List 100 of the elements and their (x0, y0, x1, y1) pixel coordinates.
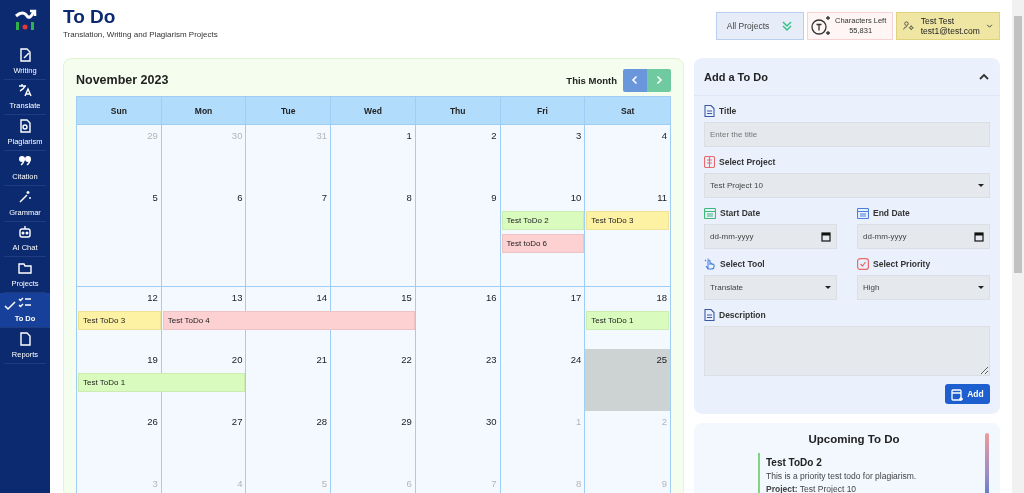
caret-icon (978, 184, 984, 187)
day-number: 17 (570, 292, 582, 303)
description-textarea[interactable] (704, 326, 990, 376)
field-label: End Date (873, 208, 910, 218)
caret-icon (978, 286, 984, 289)
day-number: 4 (661, 130, 667, 141)
calendar-icon (857, 207, 869, 219)
field-label: Select Tool (720, 259, 765, 269)
project-select[interactable]: Test Project 10 (704, 173, 990, 198)
checkbox-icon (857, 258, 869, 270)
day-number: 2 (491, 130, 497, 141)
double-chevron-icon (781, 20, 794, 32)
weekday-header: Sun (77, 97, 162, 124)
day-number: 29 (401, 416, 412, 427)
magic-wand-icon (18, 189, 32, 204)
list-icon (704, 156, 715, 168)
project-filter-dropdown[interactable]: All Projects (716, 12, 804, 40)
todo-description: This is a priority test todo for plagiarism. (766, 471, 918, 481)
previous-button[interactable] (623, 68, 647, 92)
day-number: 31 (316, 130, 328, 141)
day-number: 15 (401, 292, 412, 303)
robot-icon (18, 225, 32, 240)
next-button[interactable] (647, 68, 671, 92)
field-label: Description (719, 310, 766, 320)
day-number: 5 (321, 478, 328, 489)
day-number: 3 (576, 130, 582, 141)
logo-icon (13, 8, 37, 32)
day-number: 12 (147, 292, 158, 303)
day-number: 9 (491, 192, 497, 203)
document-icon (704, 105, 715, 117)
page-title: To Do (63, 6, 117, 28)
document-search-icon (18, 118, 32, 133)
priority-select[interactable]: High (857, 275, 990, 300)
weekday-header: Sat (620, 104, 636, 118)
day-number: 30 (231, 130, 243, 141)
calendar-event[interactable]: Test ToDo 3 (78, 311, 161, 330)
calendar-event[interactable]: Test ToDo 4 (162, 311, 415, 330)
day-number: 6 (237, 192, 243, 203)
day-number: 13 (231, 292, 243, 303)
translate-icon (18, 83, 32, 98)
day-number: 26 (147, 416, 158, 427)
day-number: 19 (147, 354, 158, 365)
todo-project: Project: Test Project 10 (766, 484, 858, 493)
end-date-input[interactable]: dd-mm-yyyy (857, 224, 990, 249)
this-month-button[interactable]: This Month (566, 74, 617, 86)
user-menu[interactable]: Test Test test1@test.com (896, 12, 1000, 40)
weekday-header: Fri (500, 97, 586, 124)
document-icon (18, 331, 32, 346)
calendar-add-icon (951, 387, 965, 401)
day-number: 8 (406, 192, 412, 203)
calendar-icon (704, 207, 716, 219)
day-number: 18 (656, 292, 667, 303)
day-number: 30 (486, 416, 497, 427)
calendar-icon (821, 231, 831, 242)
day-number: 23 (486, 354, 497, 365)
calendar-event[interactable]: Test ToDo 3 (586, 211, 669, 230)
day-number: 8 (576, 478, 582, 489)
calendar-event[interactable]: Test ToDo 2 (501, 211, 585, 230)
day-number: 7 (321, 192, 328, 203)
add-button[interactable]: Add (945, 384, 990, 404)
day-number: 11 (657, 192, 667, 203)
day-number: 7 (491, 478, 497, 489)
day-number: 28 (316, 416, 328, 427)
caret-icon (825, 286, 831, 289)
weekday-header: Mon (161, 97, 247, 124)
day-number: 1 (406, 130, 412, 141)
calendar-icon (974, 231, 984, 242)
day-number: 16 (486, 292, 497, 303)
weekday-header: Tue (246, 97, 332, 124)
start-date-input[interactable]: dd-mm-yyyy (704, 224, 837, 249)
day-number: 20 (231, 354, 243, 365)
day-number: 10 (570, 192, 582, 203)
token-icon (810, 15, 832, 37)
page-subtitle: Translation, Writing and Plagiarism Projects (63, 30, 218, 39)
day-number: 14 (316, 292, 328, 303)
weekday-header: Wed (331, 97, 416, 124)
day-number: 24 (570, 354, 582, 365)
calendar-event[interactable]: Test ToDo 1 (586, 311, 669, 330)
chevron-right-icon (654, 75, 664, 85)
day-number: 2 (661, 416, 667, 427)
scrollbar[interactable] (1012, 0, 1024, 493)
day-number: 21 (316, 354, 328, 365)
check-icon (4, 299, 16, 312)
calendar-event[interactable]: Test toDo 6 (501, 234, 585, 253)
todo-title: Test ToDo 2 (766, 457, 823, 468)
calendar-event[interactable]: Test ToDo 1 (78, 373, 246, 392)
day-number: 4 (237, 478, 243, 489)
field-label: Title (719, 106, 737, 116)
day-number: 6 (406, 478, 412, 489)
document-icon (704, 309, 715, 321)
panel-title: Add a To Do (704, 70, 768, 83)
day-number: 1 (576, 416, 582, 427)
upcoming-item[interactable]: Test ToDo 2 This is a priority test todo for plagiarism. Project: Test Project 10 (758, 453, 970, 493)
edit-document-icon (18, 47, 32, 62)
title-input[interactable]: Enter the title (704, 122, 990, 147)
chevron-left-icon (630, 75, 640, 85)
day-number: 29 (147, 130, 158, 141)
day-number: 3 (152, 478, 158, 489)
tool-select[interactable]: Translate (704, 275, 837, 300)
day-number: 27 (231, 416, 243, 427)
